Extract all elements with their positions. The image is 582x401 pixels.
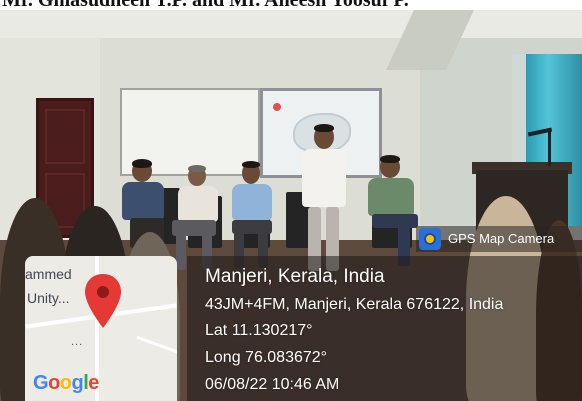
logo-letter: G xyxy=(33,372,49,394)
logo-letter: g xyxy=(71,372,84,394)
ceiling xyxy=(0,10,582,38)
logo-letter: e xyxy=(88,372,99,394)
mic-stand xyxy=(548,130,551,166)
gps-camera-label: GPS Map Camera xyxy=(448,231,555,246)
location-title: Manjeri, Kerala, India xyxy=(205,266,385,287)
google-logo: Google xyxy=(33,372,99,395)
gps-camera-badge: GPS Map Camera xyxy=(416,226,582,252)
person-torso xyxy=(232,184,272,220)
person-hair xyxy=(380,155,400,163)
logo-letter: o xyxy=(59,372,72,394)
location-info-panel: Manjeri, Kerala, India 43JM+4FM, Manjeri… xyxy=(187,256,582,401)
person-hair xyxy=(188,165,206,172)
person-torso xyxy=(368,178,414,216)
person-hair xyxy=(242,161,260,168)
location-address: 43JM+4FM, Manjeri, Kerala 676122, India xyxy=(205,296,504,313)
map-place-label: ammed xyxy=(25,266,72,282)
map-dots: ... xyxy=(71,336,84,348)
person-hair xyxy=(314,124,334,132)
person-torso xyxy=(122,182,164,220)
person-torso xyxy=(178,186,218,222)
person-legs xyxy=(372,214,418,228)
standing-speaker xyxy=(296,124,350,275)
screen-dot xyxy=(273,103,281,111)
location-datetime: 06/08/22 10:46 AM xyxy=(205,376,340,393)
gps-camera-icon xyxy=(419,228,441,250)
map-place-label: Unity... xyxy=(27,290,70,306)
person-hair xyxy=(132,159,152,168)
map-pin-icon xyxy=(85,274,121,328)
map-thumbnail: ammed Unity... ... Google xyxy=(25,256,177,401)
person-torso xyxy=(302,149,346,207)
door-panel-top xyxy=(45,109,85,164)
logo-letter: o xyxy=(48,372,60,394)
location-latitude: Lat 11.130217° xyxy=(205,322,313,339)
map-road xyxy=(136,335,177,360)
person-legs xyxy=(176,234,186,270)
location-longitude: Long 76.083672° xyxy=(205,349,328,366)
